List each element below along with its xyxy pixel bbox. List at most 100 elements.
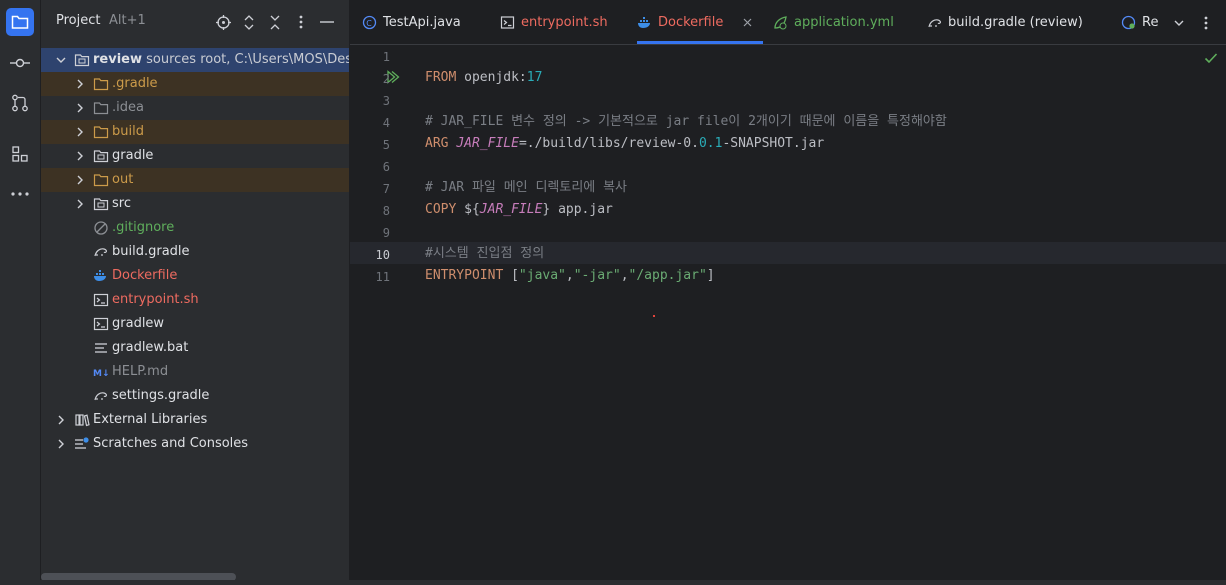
chevron-right-icon[interactable] [74, 126, 86, 138]
svg-text:M↓: M↓ [93, 369, 109, 379]
close-icon[interactable] [743, 18, 752, 27]
chevron-right-icon[interactable] [74, 174, 86, 186]
tree-item-build[interactable]: build [41, 120, 349, 144]
code-token: JAR_FILE [479, 202, 543, 217]
tree-item-settings-gradle[interactable]: settings.gradle [41, 384, 349, 408]
options-menu-icon[interactable] [293, 14, 309, 30]
code-token: 17 [526, 70, 543, 85]
gradle-icon [928, 19, 941, 28]
folder-icon [11, 15, 29, 29]
code-token: "/app.jar" [628, 268, 707, 283]
tree-item-gradlew-bat[interactable]: gradlew.bat [41, 336, 349, 360]
code-token: openjdk: [464, 70, 527, 85]
tree-item-gradlew[interactable]: gradlew [41, 312, 349, 336]
code-line[interactable]: COPY ${JAR_FILE} app.jar [425, 199, 613, 221]
commit-tool-button[interactable] [6, 49, 34, 77]
svg-text:C: C [366, 19, 372, 28]
chevron-right-icon[interactable] [74, 198, 86, 210]
code-line[interactable]: FROM openjdk:17 [425, 67, 542, 89]
tree-item-gradle[interactable]: gradle [41, 144, 349, 168]
code-line[interactable]: #시스템 진입점 정의 [425, 243, 544, 265]
tree-item-label: settings.gradle [112, 388, 210, 403]
text-file-icon [95, 343, 107, 353]
code-token: #시스템 진입점 정의 [425, 246, 545, 261]
gradle-file-icon [94, 248, 107, 257]
chevron-right-icon[interactable] [74, 78, 86, 90]
tree-item-gradle[interactable]: .gradle [41, 72, 349, 96]
chevron-right-icon[interactable] [74, 150, 86, 162]
tab-dockerfile[interactable]: Dockerfile [637, 0, 763, 44]
tree-item-label: build [112, 124, 144, 139]
shell-file-icon [93, 293, 109, 307]
tree-item-entrypoint-sh[interactable]: entrypoint.sh [41, 288, 349, 312]
tab-entrypoint-sh[interactable]: entrypoint.sh [500, 0, 637, 44]
tree-item-label: HELP.md [112, 364, 169, 379]
collapse-all-icon[interactable] [267, 14, 283, 30]
tree-item-label: entrypoint.sh [112, 292, 199, 307]
editor-tab-bar: Re build.gradle (review) application.yml Do… [350, 0, 1226, 45]
code-token: ${ [464, 202, 480, 217]
docker-icon [638, 17, 650, 28]
folder-icon [93, 126, 109, 139]
hide-panel-icon[interactable] [319, 14, 335, 30]
code-token: FROM [425, 70, 465, 85]
tab-re[interactable]: Re [1121, 0, 1166, 44]
project-tree: review sources root, C:\Users\MOS\Des .g… [41, 48, 349, 456]
tree-item-gitignore[interactable]: .gitignore [41, 216, 349, 240]
tab-label: application.yml [794, 15, 894, 30]
scratches-icon [75, 437, 89, 449]
line-number: 11 [375, 270, 390, 284]
tree-root-review[interactable]: review sources root, C:\Users\MOS\Des [41, 48, 349, 72]
check-icon[interactable] [1204, 52, 1218, 64]
tree-item-out[interactable]: out [41, 168, 349, 192]
project-tool-button[interactable] [6, 8, 34, 36]
tree-item-label: .gradle [112, 76, 158, 91]
tab-build-gradle-review[interactable]: build.gradle (review) [927, 0, 1103, 44]
code-line[interactable]: ENTRYPOINT ["java","-jar","/app.jar"] [425, 265, 715, 287]
code-token: # JAR 파일 메인 디렉토리에 복사 [425, 180, 628, 195]
tree-item-label: .idea [112, 100, 144, 115]
shell-file-icon [500, 16, 515, 29]
code-line[interactable]: # JAR 파일 메인 디렉토리에 복사 [425, 177, 627, 199]
structure-icon [12, 146, 28, 162]
project-panel-shortcut: Alt+1 [109, 13, 146, 28]
tree-item-idea[interactable]: .idea [41, 96, 349, 120]
chevron-right-icon[interactable] [55, 414, 67, 426]
expand-all-icon[interactable] [241, 14, 257, 30]
tab-label: build.gradle (review) [948, 15, 1083, 30]
code-line[interactable]: ARG JAR_FILE=./build/libs/review-0.0.1-S… [425, 133, 824, 155]
tab-options-icon[interactable] [1198, 15, 1214, 31]
line-number: 6 [382, 160, 390, 174]
tree-item-label: Scratches and Consoles [93, 436, 249, 451]
tree-item-label: build.gradle [112, 244, 190, 259]
tab-application-yml[interactable]: application.yml [773, 0, 910, 44]
module-folder-icon [93, 150, 109, 163]
tree-item-label: gradlew.bat [112, 340, 189, 355]
locate-icon[interactable] [215, 14, 231, 30]
shell-file-icon [93, 317, 109, 331]
code-editor[interactable]: 1 2 3 4 5 6 7 8 9 10 11 FROM openjdk:17 # JAR_FILE 변… [350, 45, 1226, 585]
code-line[interactable]: # JAR_FILE 변수 정의 -> 기본적으로 jar file이 2개이기… [425, 111, 947, 133]
structure-tool-button[interactable] [6, 140, 34, 168]
code-token: , [565, 268, 574, 283]
line-number: 10 [375, 248, 390, 262]
tab-testapi-java[interactable]: C TestApi.java [362, 0, 487, 44]
tree-item-library[interactable]: External Libraries [41, 408, 349, 432]
chevron-right-icon[interactable] [74, 102, 86, 114]
chevron-down-icon[interactable] [55, 54, 67, 66]
pull-requests-tool-button[interactable] [6, 89, 34, 117]
tree-item-dockerfile[interactable]: Dockerfile [41, 264, 349, 288]
code-token: JAR_FILE [456, 136, 519, 151]
project-panel-title[interactable]: Project [56, 13, 100, 28]
gradle-file-icon [94, 392, 107, 401]
tree-item-build-gradle[interactable]: build.gradle [41, 240, 349, 264]
tree-item-help-md[interactable]: M↓ HELP.md [41, 360, 349, 384]
chevron-right-icon[interactable] [55, 438, 67, 450]
line-number: 4 [382, 116, 390, 130]
more-tools-button[interactable] [6, 180, 34, 208]
tree-item-scratches[interactable]: Scratches and Consoles [41, 432, 349, 456]
tree-item-src[interactable]: src [41, 192, 349, 216]
module-folder-icon [93, 198, 109, 211]
pull-request-icon [12, 94, 28, 112]
chevron-down-icon[interactable] [1171, 15, 1187, 31]
